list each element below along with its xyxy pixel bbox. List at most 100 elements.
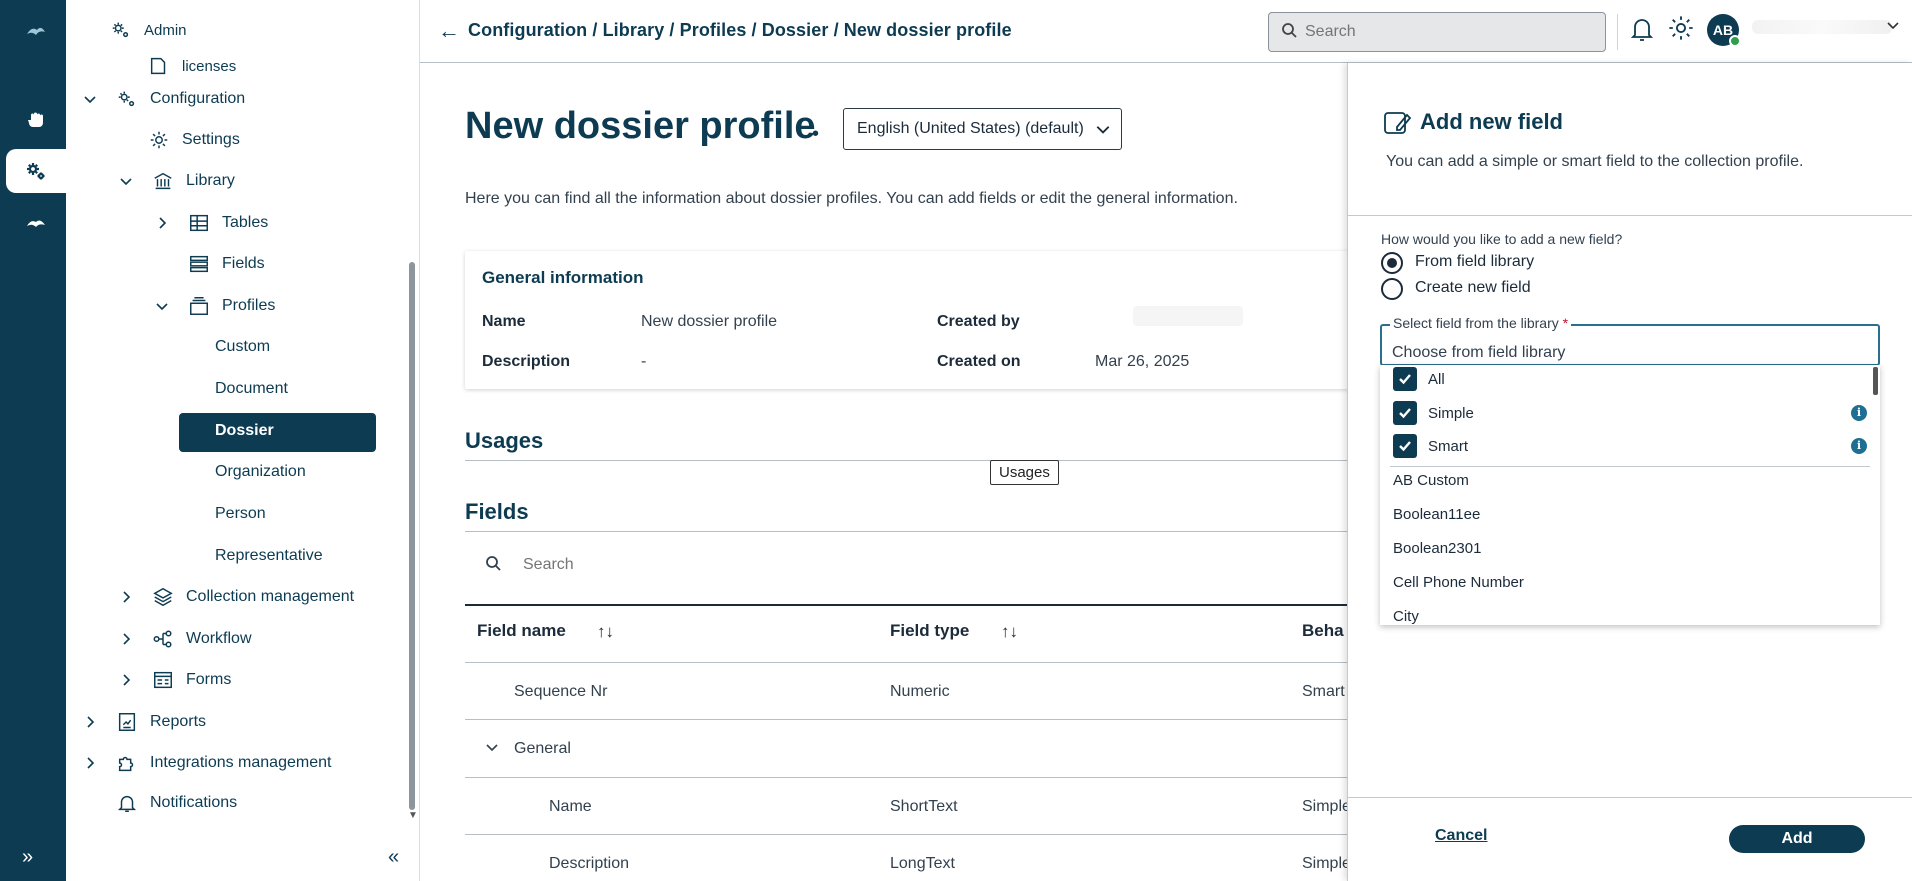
- chevron-right-icon[interactable]: [152, 216, 172, 230]
- info-icon[interactable]: i: [1851, 405, 1867, 421]
- table-group-general[interactable]: General: [514, 740, 571, 758]
- add-field-panel: Add new field You can add a simple or sm…: [1347, 63, 1912, 881]
- panel-title: Add new field: [1420, 109, 1563, 134]
- nav-item-representative[interactable]: Representative: [215, 536, 323, 576]
- table-cell-type: ShortText: [890, 798, 958, 815]
- nav-item-label: Admin: [144, 21, 187, 39]
- fields-search[interactable]: [465, 543, 1365, 587]
- radio-label[interactable]: Create new field: [1415, 279, 1531, 297]
- table-cell-behavior: Smart: [1302, 683, 1345, 700]
- chevron-down-icon: [1095, 121, 1111, 142]
- radio-label[interactable]: From field library: [1415, 253, 1534, 271]
- workflow-icon: [150, 627, 176, 651]
- language-select-value: English (United States) (default): [857, 120, 1084, 137]
- sort-icon[interactable]: ↑↓: [1001, 622, 1018, 642]
- nav-item-organization[interactable]: Organization: [215, 452, 306, 492]
- nav-item-configuration[interactable]: Configuration: [80, 79, 245, 119]
- nav-item-label: Person: [215, 505, 266, 522]
- report-icon: [114, 710, 140, 734]
- usages-heading[interactable]: Usages: [465, 428, 543, 454]
- divider: [1390, 466, 1870, 467]
- gear-icon[interactable]: [1667, 14, 1695, 47]
- nav-item-notifications[interactable]: Notifications: [114, 783, 237, 823]
- search-input[interactable]: [1305, 23, 1585, 41]
- select-field-value[interactable]: Choose from field library: [1392, 344, 1565, 362]
- admin-settings-icon[interactable]: [6, 149, 66, 193]
- nav-item-admin[interactable]: Admin: [108, 10, 187, 50]
- nav-scrollbar-thumb[interactable]: [409, 262, 415, 810]
- nav-item-person[interactable]: Person: [215, 494, 266, 534]
- divider: [465, 777, 1365, 778]
- user-name-redacted: [1752, 20, 1892, 34]
- table-icon: [186, 211, 212, 235]
- nav-item-custom[interactable]: Custom: [215, 327, 270, 367]
- nav-item-collection-management[interactable]: Collection management: [116, 577, 354, 617]
- column-header-field-type[interactable]: Field type: [890, 621, 969, 641]
- chevron-down-icon[interactable]: [116, 174, 136, 188]
- expand-rail-icon[interactable]: »: [22, 846, 33, 869]
- checkbox-simple[interactable]: [1393, 401, 1417, 425]
- table-cell-type: Numeric: [890, 683, 950, 700]
- bell-icon[interactable]: [1630, 15, 1654, 48]
- breadcrumb[interactable]: Configuration / Library / Profiles / Dos…: [468, 20, 1012, 41]
- fields-search-input[interactable]: [523, 556, 1123, 574]
- checkbox-smart[interactable]: [1393, 434, 1417, 458]
- filter-label[interactable]: Simple: [1428, 405, 1474, 422]
- divider: [1348, 797, 1912, 798]
- info-icon[interactable]: i: [1851, 438, 1867, 454]
- chevron-right-icon[interactable]: [116, 673, 136, 687]
- chevron-down-icon[interactable]: [80, 92, 100, 106]
- nav-item-workflow[interactable]: Workflow: [116, 619, 252, 659]
- nav-item-integrations-management[interactable]: Integrations management: [80, 743, 331, 783]
- nav-item-reports[interactable]: Reports: [80, 702, 206, 742]
- dropdown-scrollbar-thumb[interactable]: [1873, 367, 1878, 395]
- nav-item-label: Custom: [215, 338, 271, 355]
- chevron-down-icon[interactable]: [152, 299, 172, 313]
- created-by-value-redacted: [1133, 306, 1243, 326]
- chevron-right-icon[interactable]: [116, 632, 136, 646]
- dropdown-option[interactable]: Boolean2301: [1393, 540, 1481, 557]
- general-information-card: General information Name New dossier pro…: [465, 251, 1365, 389]
- nav-item-tables[interactable]: Tables: [152, 203, 268, 243]
- nav-item-profiles[interactable]: Profiles: [152, 286, 275, 326]
- nav-item-fields[interactable]: Fields: [186, 244, 265, 284]
- chevron-right-icon[interactable]: [80, 756, 100, 770]
- radio-create-new[interactable]: [1381, 278, 1403, 300]
- hand-icon[interactable]: [6, 97, 66, 141]
- add-method-question: How would you like to add a new field?: [1381, 231, 1623, 247]
- nav-item-settings[interactable]: Settings: [146, 120, 240, 160]
- filter-label[interactable]: Smart: [1428, 438, 1468, 455]
- nav-item-forms[interactable]: Forms: [116, 660, 231, 700]
- global-search[interactable]: [1268, 12, 1606, 52]
- nav-item-label: Organization: [215, 463, 306, 480]
- add-button[interactable]: Add: [1729, 825, 1865, 853]
- chevron-down-icon[interactable]: [1886, 18, 1900, 35]
- sort-icon[interactable]: ↑↓: [597, 622, 614, 642]
- dropdown-option[interactable]: City: [1393, 608, 1419, 625]
- column-header-behavior[interactable]: Beha: [1302, 621, 1344, 641]
- nav-item-dossier[interactable]: Dossier: [215, 411, 274, 451]
- table-cell-behavior: Simple: [1302, 798, 1351, 815]
- chevron-right-icon[interactable]: [116, 590, 136, 604]
- dropdown-option[interactable]: AB Custom: [1393, 472, 1469, 489]
- scroll-down-icon[interactable]: ▼: [408, 810, 418, 821]
- column-header-field-name[interactable]: Field name: [477, 621, 566, 641]
- cancel-button[interactable]: Cancel: [1435, 827, 1487, 845]
- layers-icon: [150, 585, 176, 609]
- dropdown-option[interactable]: Cell Phone Number: [1393, 574, 1524, 591]
- chevron-right-icon[interactable]: [80, 715, 100, 729]
- nav-item-library[interactable]: Library: [116, 161, 235, 201]
- nav-item-document[interactable]: Document: [215, 369, 288, 409]
- chevron-down-icon[interactable]: [485, 740, 499, 759]
- filter-label[interactable]: All: [1428, 371, 1445, 388]
- dropdown-option[interactable]: Boolean11ee: [1393, 506, 1480, 523]
- back-arrow-icon[interactable]: ←: [438, 18, 460, 44]
- collapse-nav-icon[interactable]: «: [388, 846, 399, 869]
- app-logo-icon[interactable]: [6, 10, 66, 54]
- created-on-value: Mar 26, 2025: [1095, 353, 1190, 370]
- language-select[interactable]: English (United States) (default): [843, 108, 1122, 150]
- checkbox-all[interactable]: [1393, 367, 1417, 391]
- profiles-icon: [186, 294, 212, 318]
- radio-from-library[interactable]: [1381, 252, 1403, 274]
- cloud-icon[interactable]: [6, 201, 66, 245]
